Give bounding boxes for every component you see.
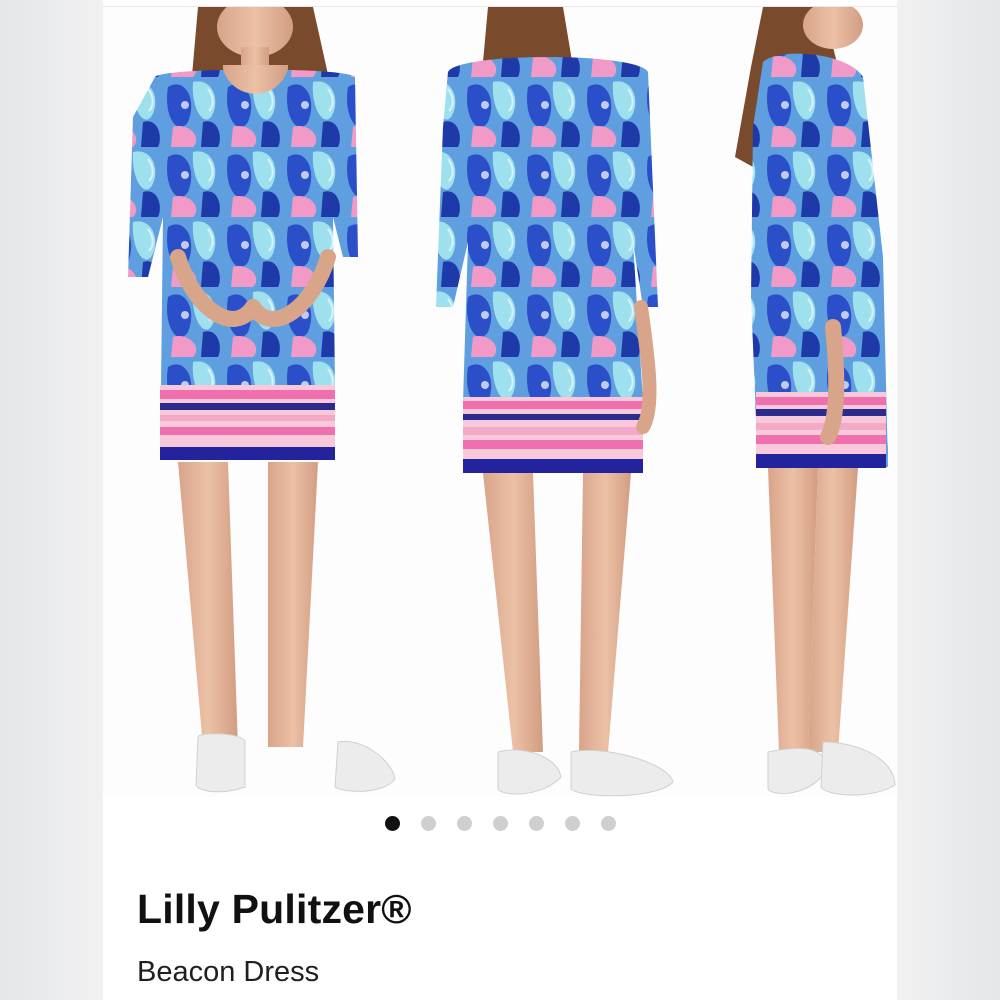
carousel-dot-1[interactable] xyxy=(384,816,400,831)
product-title: Beacon Dress xyxy=(137,956,320,988)
carousel-dot-7[interactable] xyxy=(600,816,616,831)
carousel-dot-3[interactable] xyxy=(456,816,472,831)
carousel-dot-2[interactable] xyxy=(420,816,436,831)
carousel-dot-5[interactable] xyxy=(528,816,544,831)
product-card: Lilly Pulitzer® Beacon Dress xyxy=(103,0,897,1000)
model-front-view xyxy=(128,0,396,793)
brand-name[interactable]: Lilly Pulitzer® xyxy=(137,886,412,933)
product-image-carousel[interactable] xyxy=(103,0,897,797)
carousel-dot-6[interactable] xyxy=(564,816,580,831)
product-photo xyxy=(128,0,896,797)
carousel-dot-4[interactable] xyxy=(492,816,508,831)
left-backdrop xyxy=(0,0,103,1000)
carousel-pagination xyxy=(103,816,897,832)
right-backdrop xyxy=(897,0,1000,1000)
model-side-view xyxy=(735,1,896,796)
model-back-view xyxy=(436,7,674,797)
